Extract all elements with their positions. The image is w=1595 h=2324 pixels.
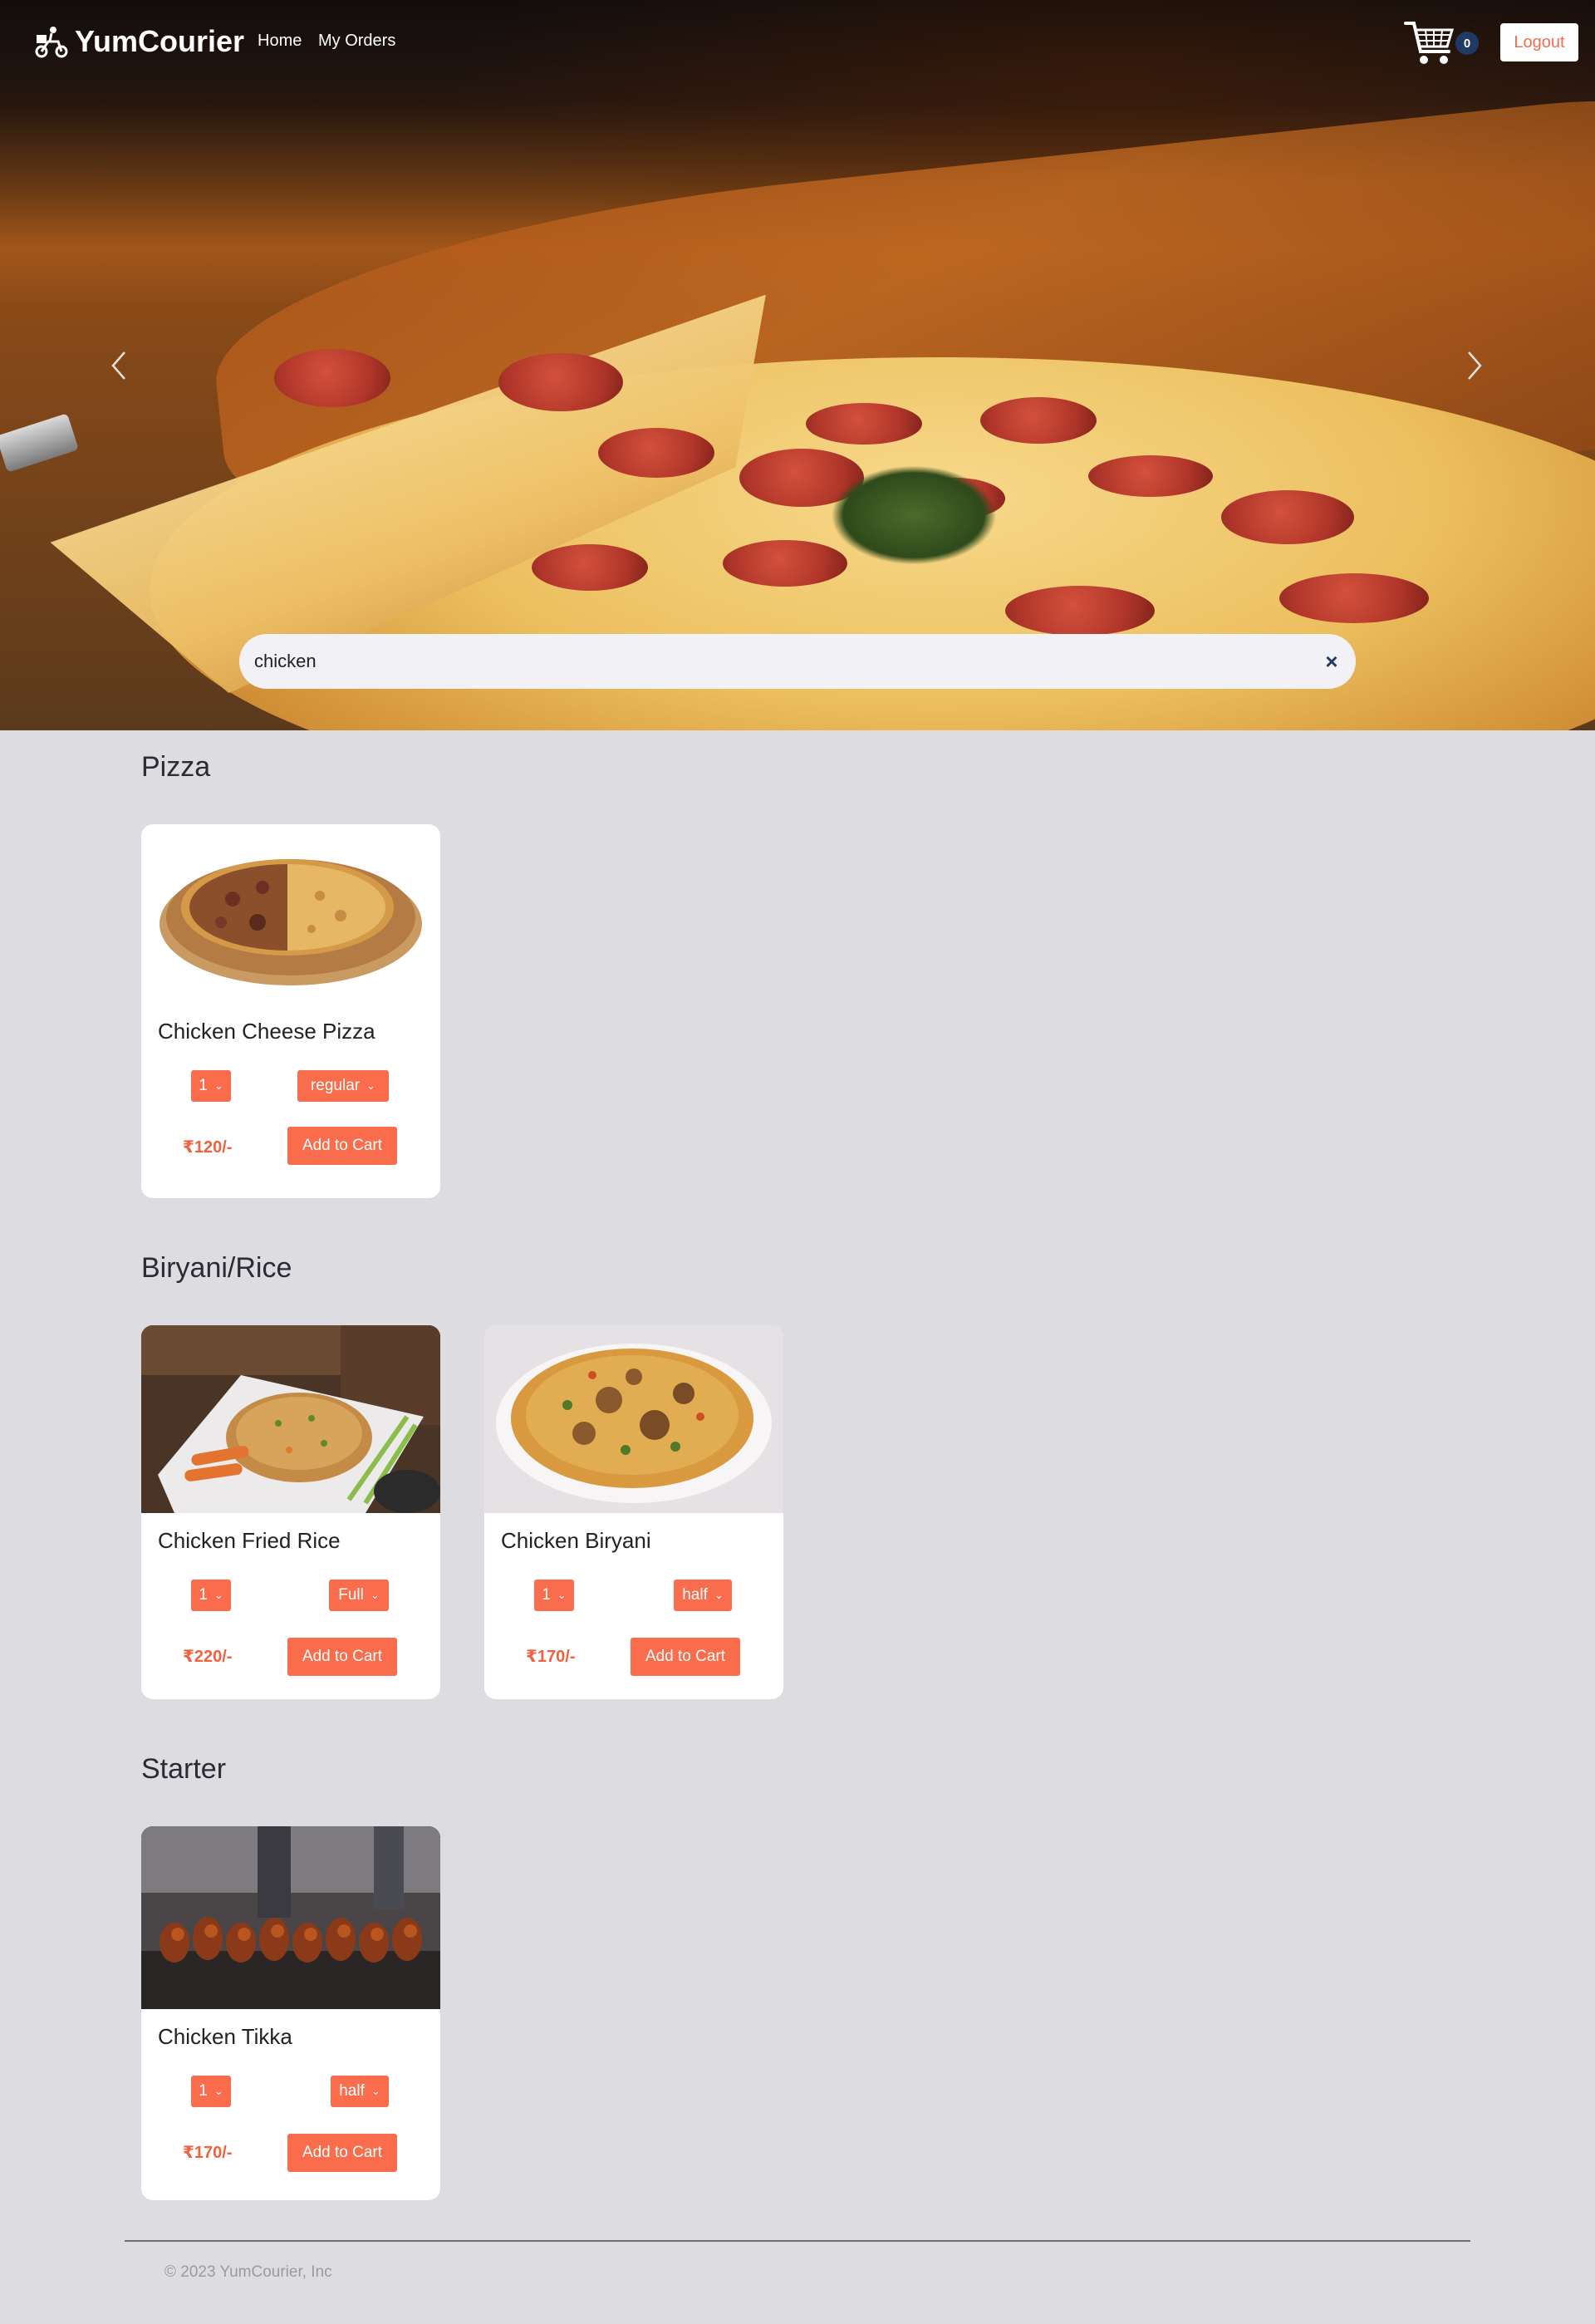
quantity-value: 1 bbox=[199, 2082, 208, 2100]
chevron-down-icon: ⌄ bbox=[714, 1589, 724, 1601]
size-select[interactable]: half ⌄ bbox=[674, 1580, 732, 1611]
footer-copyright: © 2023 YumCourier, Inc bbox=[164, 2263, 332, 2281]
chevron-down-icon: ⌄ bbox=[371, 2085, 380, 2097]
brand-logo[interactable]: YumCourier bbox=[33, 23, 244, 60]
add-to-cart-button[interactable]: Add to Cart bbox=[631, 1638, 740, 1676]
chevron-right-icon bbox=[1468, 351, 1482, 380]
add-to-cart-button[interactable]: Add to Cart bbox=[287, 1638, 397, 1676]
cart-button[interactable] bbox=[1402, 18, 1457, 68]
carousel-prev-button[interactable] bbox=[106, 349, 131, 382]
add-to-cart-button[interactable]: Add to Cart bbox=[287, 2134, 397, 2172]
category-title-pizza: Pizza bbox=[141, 751, 211, 783]
hero-carousel bbox=[0, 0, 1595, 730]
navbar: YumCourier Home My Orders 0 Logout bbox=[0, 0, 1595, 86]
chevron-down-icon: ⌄ bbox=[213, 1589, 223, 1601]
chevron-down-icon: ⌄ bbox=[366, 1079, 376, 1092]
food-card: Chicken Fried Rice 1 ⌄ Full ⌄ ₹220/- Add… bbox=[141, 1325, 440, 1699]
food-name: Chicken Tikka bbox=[158, 2024, 292, 2049]
size-select[interactable]: half ⌄ bbox=[331, 2076, 389, 2107]
size-value: half bbox=[339, 2082, 365, 2100]
food-price: ₹170/- bbox=[526, 1648, 576, 1666]
brand-name: YumCourier bbox=[75, 24, 245, 58]
category-title-starter: Starter bbox=[141, 1753, 227, 1785]
carousel-next-button[interactable] bbox=[1462, 349, 1487, 382]
size-value: half bbox=[682, 1586, 708, 1604]
nav-link-my-orders[interactable]: My Orders bbox=[318, 32, 395, 51]
food-image-fried-rice bbox=[141, 1325, 440, 1513]
chevron-down-icon: ⌄ bbox=[370, 1589, 380, 1601]
food-image-biryani bbox=[484, 1325, 783, 1513]
chevron-down-icon: ⌄ bbox=[213, 1079, 223, 1092]
logout-button[interactable]: Logout bbox=[1500, 23, 1578, 61]
quantity-value: 1 bbox=[199, 1077, 208, 1094]
food-image-pizza bbox=[141, 824, 440, 1015]
food-price: ₹170/- bbox=[183, 2144, 233, 2162]
size-value: regular bbox=[310, 1077, 361, 1094]
food-name: Chicken Biryani bbox=[501, 1528, 651, 1553]
quantity-select[interactable]: 1 ⌄ bbox=[191, 1070, 231, 1102]
add-to-cart-button[interactable]: Add to Cart bbox=[287, 1127, 397, 1165]
quantity-select[interactable]: 1 ⌄ bbox=[534, 1580, 574, 1611]
quantity-value: 1 bbox=[542, 1586, 551, 1604]
cart-count-badge: 0 bbox=[1455, 32, 1479, 55]
search-input[interactable] bbox=[254, 645, 1276, 678]
chevron-left-icon bbox=[111, 351, 125, 380]
hero-shade bbox=[0, 0, 1595, 730]
category-title-biryani-rice: Biryani/Rice bbox=[141, 1252, 292, 1284]
quantity-select[interactable]: 1 ⌄ bbox=[191, 2076, 231, 2107]
food-price: ₹220/- bbox=[183, 1648, 233, 1666]
delivery-scooter-icon bbox=[35, 27, 68, 58]
shopping-cart-icon bbox=[1404, 22, 1455, 64]
food-name: Chicken Fried Rice bbox=[158, 1528, 341, 1553]
size-select[interactable]: regular ⌄ bbox=[297, 1070, 389, 1102]
footer-divider bbox=[125, 2240, 1470, 2242]
food-card: Chicken Cheese Pizza 1 ⌄ regular ⌄ ₹120/… bbox=[141, 824, 440, 1198]
quantity-value: 1 bbox=[199, 1586, 208, 1604]
size-value: Full bbox=[338, 1586, 364, 1604]
search-bar: × bbox=[239, 634, 1356, 689]
close-icon[interactable]: × bbox=[1319, 649, 1344, 674]
food-image-tikka bbox=[141, 1826, 440, 2009]
food-name: Chicken Cheese Pizza bbox=[158, 1019, 375, 1044]
food-card: Chicken Tikka 1 ⌄ half ⌄ ₹170/- Add to C… bbox=[141, 1826, 440, 2200]
chevron-down-icon: ⌄ bbox=[213, 2085, 223, 2097]
size-select[interactable]: Full ⌄ bbox=[329, 1580, 389, 1611]
chevron-down-icon: ⌄ bbox=[557, 1589, 567, 1601]
quantity-select[interactable]: 1 ⌄ bbox=[191, 1580, 231, 1611]
food-price: ₹120/- bbox=[183, 1138, 233, 1157]
food-card: Chicken Biryani 1 ⌄ half ⌄ ₹170/- Add to… bbox=[484, 1325, 783, 1699]
nav-link-home[interactable]: Home bbox=[258, 32, 302, 51]
